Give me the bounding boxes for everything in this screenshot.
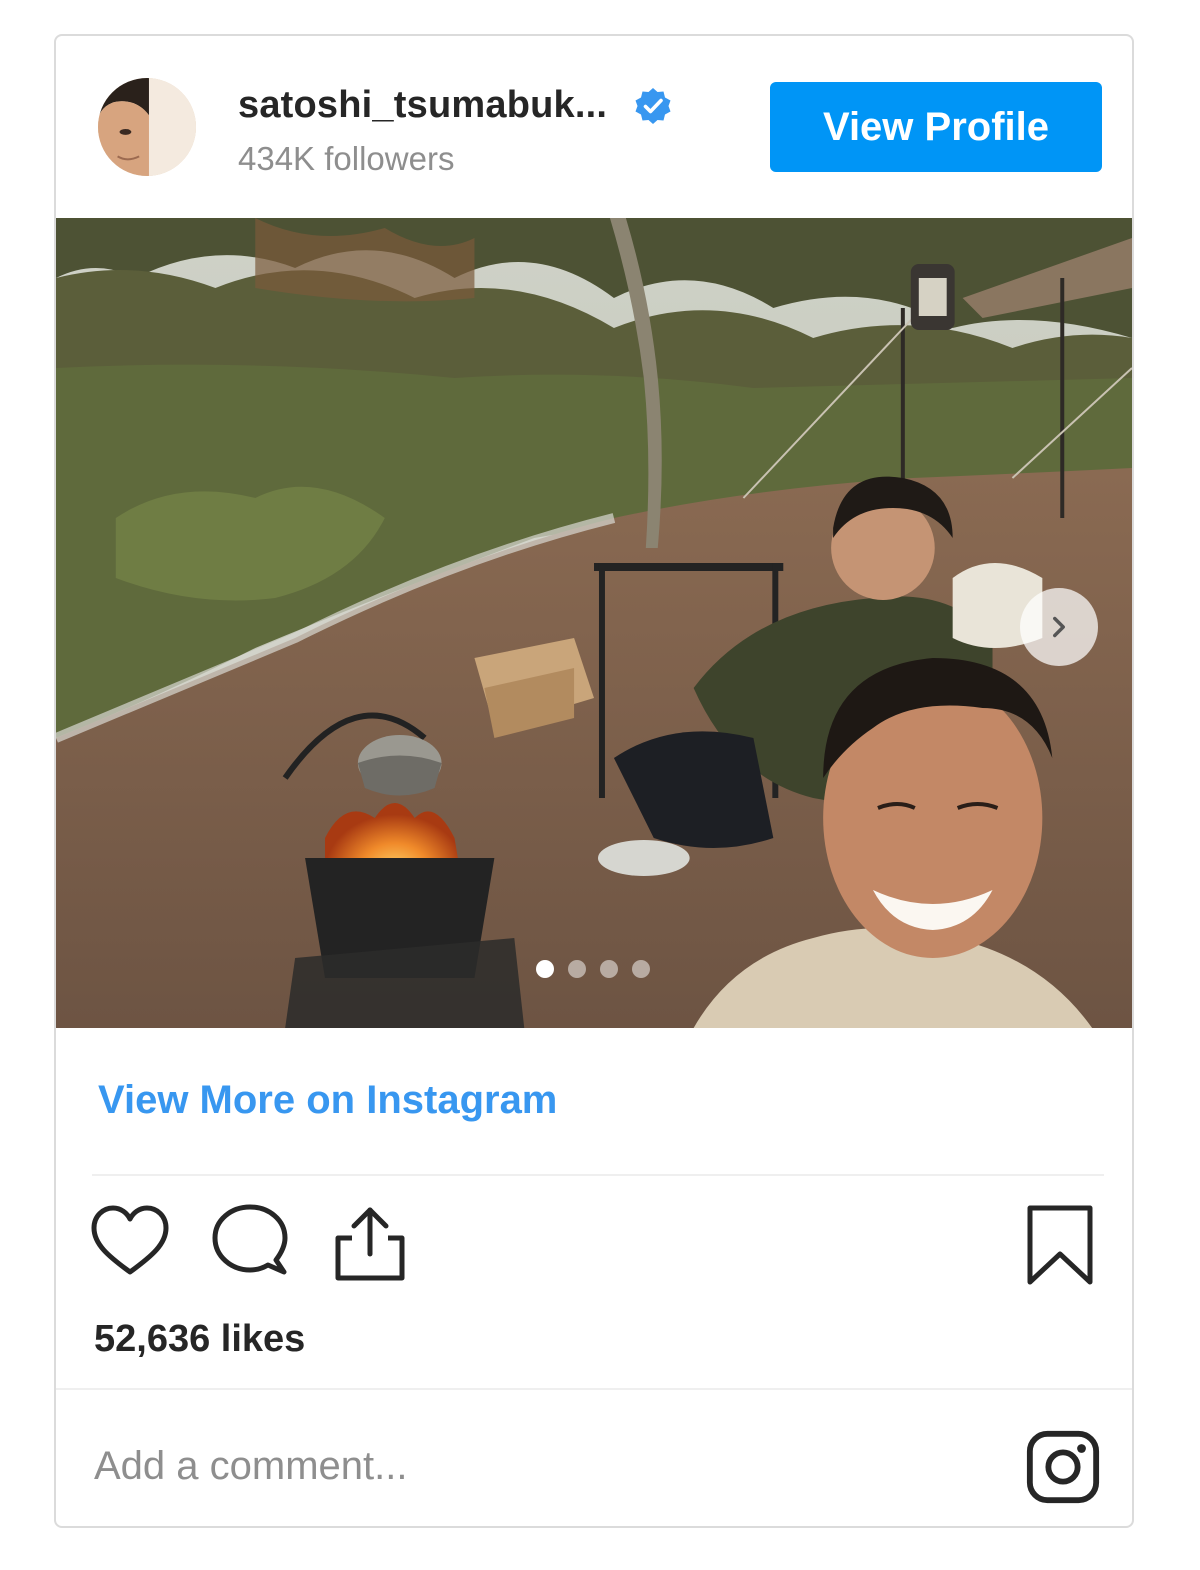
- username-row: satoshi_tsumabuk...: [238, 84, 673, 127]
- carousel-dot-active: [536, 960, 554, 978]
- carousel-dot: [600, 960, 618, 978]
- username[interactable]: satoshi_tsumabuk...: [238, 84, 607, 127]
- view-profile-button[interactable]: View Profile: [770, 82, 1102, 172]
- post-header: satoshi_tsumabuk... 434K followers View …: [56, 36, 1132, 218]
- chevron-right-icon: [1053, 616, 1065, 638]
- instagram-embed-card: satoshi_tsumabuk... 434K followers View …: [54, 34, 1134, 1528]
- follower-count: 434K followers: [238, 140, 455, 177]
- carousel-indicator: [536, 960, 650, 978]
- bookmark-icon[interactable]: [1020, 1202, 1100, 1286]
- comment-divider: [56, 1388, 1132, 1390]
- instagram-logo-icon[interactable]: [1024, 1428, 1102, 1506]
- view-more-link[interactable]: View More on Instagram: [98, 1078, 557, 1123]
- avatar[interactable]: [98, 78, 196, 176]
- like-count: 52,636 likes: [94, 1318, 306, 1360]
- action-bar: [56, 1202, 1132, 1292]
- heart-icon[interactable]: [90, 1202, 170, 1286]
- comment-input[interactable]: [92, 1420, 996, 1512]
- share-icon[interactable]: [330, 1202, 410, 1286]
- comment-icon[interactable]: [210, 1202, 290, 1286]
- carousel-dot: [568, 960, 586, 978]
- post-image[interactable]: [56, 218, 1132, 1028]
- avatar-image: [98, 78, 196, 176]
- verified-badge-icon: [633, 86, 673, 126]
- campsite-photo: [56, 218, 1132, 1028]
- carousel-next-button[interactable]: [1020, 588, 1098, 666]
- carousel-dot: [632, 960, 650, 978]
- divider: [92, 1174, 1104, 1176]
